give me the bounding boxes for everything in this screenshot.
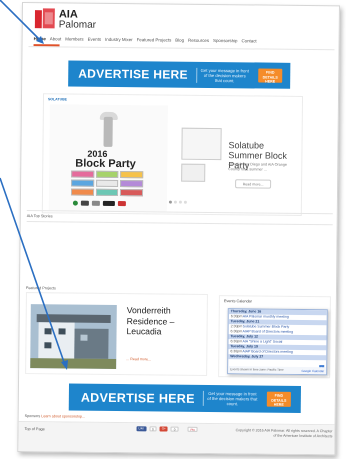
nav-featured-projects[interactable]: Featured Projects	[137, 37, 172, 42]
nav-blog[interactable]: Blog	[175, 38, 184, 43]
slider-dot-1[interactable]	[168, 200, 172, 204]
google-plus-button[interactable]: G+	[159, 426, 168, 432]
poster-sponsor-logos	[72, 200, 126, 207]
share-buttons: Like 0 G+ 0 Pin	[136, 426, 198, 432]
divider-2	[26, 221, 333, 226]
top-of-page-link[interactable]: Top of Page	[25, 427, 45, 431]
solatube-poster[interactable]: 2016 Block Party	[48, 104, 222, 212]
site-footer: Top of Page Like 0 G+ 0 Pin Copyright © …	[18, 421, 337, 456]
nav-resources[interactable]: Resources	[188, 38, 209, 43]
ad-headline-light: ADVERTISE	[80, 390, 156, 405]
calendar-day-row: Wednesday, July 27	[228, 354, 327, 361]
ad-headline-light: ADVERTISE	[78, 66, 150, 82]
house-lawn	[30, 358, 117, 370]
like-count: 0	[149, 426, 157, 432]
plus-count: 0	[170, 426, 179, 432]
pinterest-button[interactable]: Pin	[187, 426, 198, 432]
copyright-text: Copyright © 2016 AIA Palomar. All rights…	[235, 428, 333, 438]
poster-tube-shape	[103, 116, 113, 147]
main-nav: Home About Members Events Industry Mixer…	[34, 36, 257, 43]
house-wall-dark	[74, 328, 109, 359]
house-photo[interactable]	[30, 304, 117, 370]
ad-cta[interactable]: FIND DETAILS HERE	[266, 391, 291, 407]
event-title[interactable]: AIA "Shine a Light" Social	[242, 339, 282, 343]
slider-description: Join AIA San Diego and AIA Orange County…	[228, 162, 287, 172]
house-window	[44, 342, 52, 349]
nav-about[interactable]: About	[50, 36, 62, 41]
nav-industry-mixer[interactable]: Industry Mixer	[105, 37, 133, 42]
event-title[interactable]: Solatube Summer Block Party	[243, 324, 290, 328]
featured-read-more-link[interactable]: ... Read more...	[126, 357, 151, 361]
google-calendar-link[interactable]: Google Calendar	[301, 369, 324, 373]
poster-title: Block Party	[75, 157, 136, 171]
site-name-line2[interactable]: Palomar	[59, 19, 96, 30]
top-stories-heading: AIA Top Stories	[26, 214, 53, 219]
ad-cta[interactable]: FIND DETAILS HERE	[258, 68, 283, 84]
ad-message: Get your message in front of the decisio…	[196, 67, 253, 83]
sponsorship-link[interactable]: Learn about sponsorship...	[41, 414, 85, 418]
event-title[interactable]: AIAP Board of Directors meeting	[243, 329, 294, 334]
nav-home[interactable]: Home	[34, 36, 46, 41]
google-calendar-embed[interactable]: Thursday, June 16 6:30pmAIA Palomar mont…	[227, 308, 328, 376]
slider-dot-3[interactable]	[178, 200, 182, 204]
top-ad-banner[interactable]: ADVERTISE HERE Get your message in front…	[68, 60, 291, 89]
nav-sponsorship[interactable]: Sponsorship	[213, 38, 237, 43]
slider-dot-2[interactable]	[173, 200, 177, 204]
bottom-ad-banner[interactable]: ADVERTISE HERE Get your message in front…	[68, 383, 301, 413]
slider-dot-4[interactable]	[183, 200, 187, 204]
events-calendar-heading: Events Calendar	[223, 299, 252, 304]
ad-headline-bold: HERE	[158, 390, 195, 406]
slider-pagination	[168, 200, 187, 204]
house-window	[58, 328, 66, 335]
events-calendar-widget: Events Calendar Thursday, June 16 6:30pm…	[218, 295, 331, 379]
facebook-like-button[interactable]: Like	[136, 426, 147, 432]
featured-project-card[interactable]: Vonderreith Residence – Leucadia ... Rea…	[25, 292, 208, 376]
ad-headline-bold: HERE	[153, 67, 188, 82]
poster-site-map	[181, 127, 222, 161]
poster-detail-image	[181, 163, 206, 182]
event-title[interactable]: AIA Palomar monthly meeting	[243, 314, 289, 318]
event-title[interactable]: AIAP Board of Directors meeting	[242, 349, 293, 354]
nav-contact[interactable]: Contact	[241, 38, 256, 43]
website-printout: AIA Palomar Home About Members Events In…	[17, 2, 340, 456]
nav-events[interactable]: Events	[88, 37, 101, 42]
featured-heading: Featured Projects	[25, 286, 56, 291]
aia-logo-icon[interactable]	[34, 8, 55, 30]
ad-headline: ADVERTISE HERE	[68, 66, 196, 82]
slider-read-more-button[interactable]: Read more...	[235, 179, 272, 189]
featured-project-title[interactable]: Vonderreith Residence – Leucadia	[127, 305, 207, 337]
sponsor-label: Sponsors	[24, 414, 41, 419]
nav-divider	[28, 46, 335, 51]
ad-headline: ADVERTISE HERE	[69, 390, 203, 405]
ad-message: Get your message in front of the decisio…	[202, 390, 261, 407]
featured-slider[interactable]: SOLATUBE 2016 Block Party Solatube Summe…	[41, 93, 304, 216]
slider-tag: SOLATUBE	[47, 97, 68, 102]
screenshot-page: AIA Palomar Home About Members Events In…	[0, 0, 346, 459]
house-window	[80, 334, 88, 341]
poster-photo-grid	[70, 170, 144, 197]
sponsor-line: Sponsors Learn about sponsorship...	[25, 414, 85, 419]
house-window	[44, 328, 52, 335]
nav-members[interactable]: Members	[65, 36, 83, 41]
